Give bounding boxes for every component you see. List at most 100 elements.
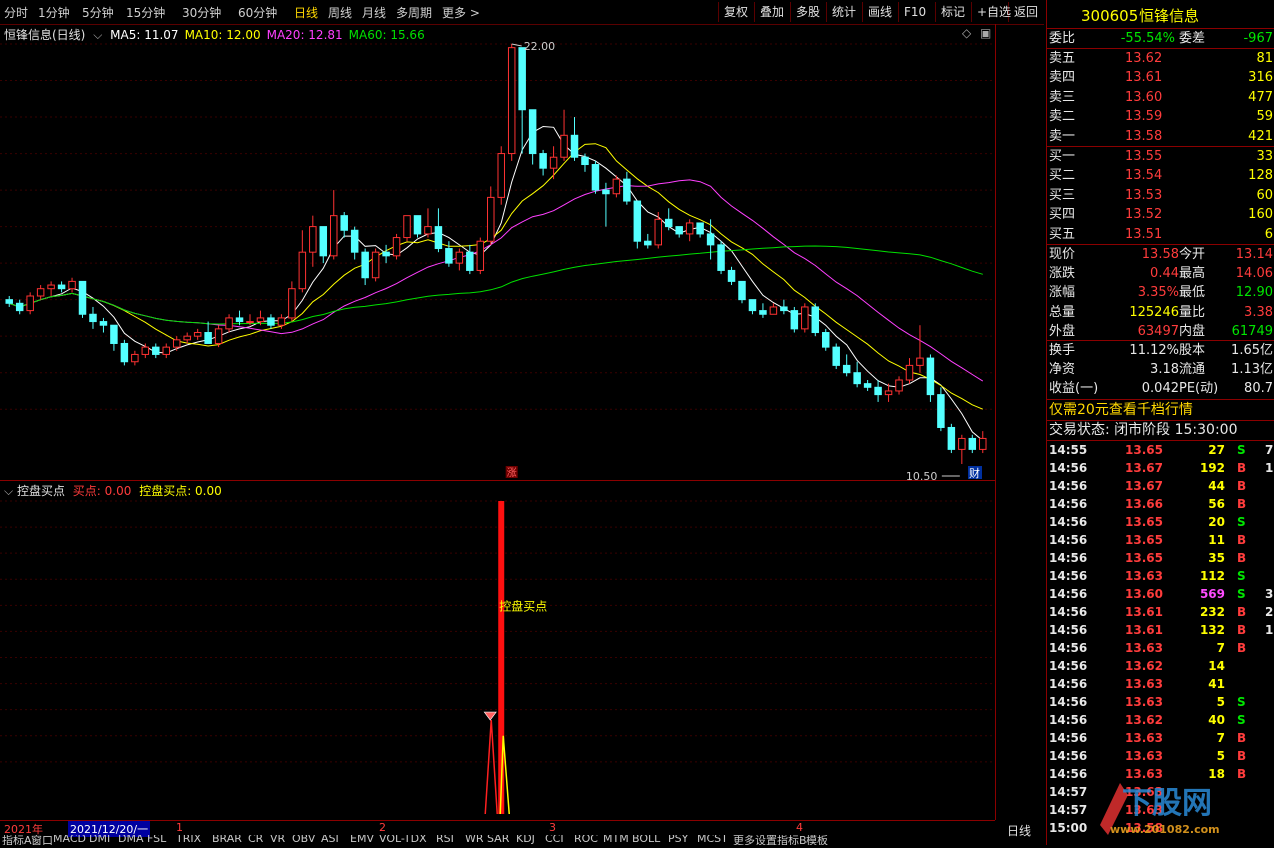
bid-price: 13.52 xyxy=(1125,207,1163,223)
indicator-tab[interactable]: 更多 xyxy=(733,835,755,845)
indicator-tab[interactable]: 窗口 xyxy=(31,835,53,845)
period-tab[interactable]: 分时 xyxy=(4,4,28,21)
indicator-tab[interactable]: VR xyxy=(270,835,285,845)
signal-peak-red xyxy=(484,720,498,815)
toolbar-button[interactable]: 标记 xyxy=(935,2,970,22)
candle-body xyxy=(528,109,537,155)
candle xyxy=(329,190,338,260)
indicator-tab[interactable]: TRIX xyxy=(176,835,201,845)
period-tab[interactable]: 更多 > xyxy=(442,4,480,21)
tick-time: 14:56 xyxy=(1049,461,1088,475)
tick-price: 13.62 xyxy=(1125,713,1163,727)
candle-body xyxy=(842,364,851,374)
candle-body xyxy=(193,332,202,337)
indicator-tab[interactable]: BRAR xyxy=(212,835,242,845)
indicator-tab[interactable]: PSY xyxy=(668,835,688,845)
candle-body xyxy=(476,240,485,271)
candle xyxy=(832,343,840,370)
finance-label[interactable]: 财 xyxy=(969,466,980,480)
indicator-tab[interactable]: DMI xyxy=(89,835,110,845)
toolbar-button[interactable]: 画线 xyxy=(862,2,897,22)
indicator-tab[interactable]: EMV xyxy=(350,835,374,845)
indicator-tab[interactable]: 指标A xyxy=(2,835,32,845)
indicator-tab[interactable]: SAR xyxy=(487,835,509,845)
tick-row: 14:56 13.67 192 B 19 xyxy=(1047,459,1274,477)
tick-volume: 7 xyxy=(1216,641,1225,655)
indicator-tab[interactable]: MCST xyxy=(697,835,728,845)
candle xyxy=(497,146,505,205)
candle-body xyxy=(612,178,621,195)
indicator-tab[interactable]: BOLL xyxy=(632,835,660,845)
candle xyxy=(874,380,882,402)
candle xyxy=(371,248,380,282)
period-tab[interactable]: 30分钟 xyxy=(182,4,221,21)
indicator-tab[interactable]: KDJ xyxy=(516,835,535,845)
gem-icon xyxy=(483,711,497,721)
period-tab[interactable]: 日线 xyxy=(294,4,318,21)
indicator-tab[interactable]: DMA xyxy=(118,835,144,845)
indicator-tab[interactable]: ASI xyxy=(321,835,339,845)
tick-side: S xyxy=(1237,587,1246,601)
toolbar-button[interactable]: +自选 xyxy=(971,2,1016,22)
promo-link[interactable]: 仅需20元查看千档行情 xyxy=(1047,401,1274,420)
period-tab[interactable]: 1分钟 xyxy=(38,4,70,21)
period-tab[interactable]: 15分钟 xyxy=(126,4,165,21)
period-tab[interactable]: 周线 xyxy=(328,4,352,21)
indicator-pane[interactable]: ⌵ 控盘买点 买点: 0.00 控盘买点: 0.00 3.002.752.502… xyxy=(0,481,995,817)
tick-price: 13.63 xyxy=(1125,749,1163,763)
candle xyxy=(528,109,537,165)
candle xyxy=(193,328,202,340)
tick-time: 14:56 xyxy=(1049,479,1088,493)
promo-text[interactable]: 仅需20元查看千档行情 xyxy=(1049,401,1193,420)
candle xyxy=(958,434,966,464)
fundamental-row: 净资 3.18 流通 1.13亿 xyxy=(1047,360,1274,379)
candle xyxy=(780,299,788,315)
toolbar-button[interactable]: 复权 xyxy=(718,2,753,22)
indicator-tab[interactable]: CR xyxy=(248,835,263,845)
tick-volume: 56 xyxy=(1208,497,1225,511)
indicator-tab[interactable]: ROC xyxy=(574,835,598,845)
candle-body xyxy=(623,178,631,202)
indicator-tab[interactable]: OBV xyxy=(292,835,315,845)
period-tab[interactable]: 多周期 xyxy=(396,4,432,21)
toolbar-button[interactable]: 统计 xyxy=(826,2,861,22)
ask-volume: 421 xyxy=(1248,128,1273,144)
candle-body xyxy=(445,248,453,264)
indicator-tab[interactable]: 指标B xyxy=(777,835,807,845)
candle xyxy=(403,215,411,242)
bid-price: 13.53 xyxy=(1125,187,1163,203)
fundamental-row: 收益(一) 0.042 PE(动) 80.7 xyxy=(1047,379,1274,398)
candle xyxy=(937,387,945,432)
tick-volume: 132 xyxy=(1199,623,1225,637)
price-chart-pane[interactable]: 恒锋信息(日线) ⌵ MA5: 11.07 MA10: 12.00 MA20: 12… xyxy=(0,24,995,480)
toolbar-button[interactable]: 叠加 xyxy=(754,2,789,22)
toolbar-button[interactable]: 多股 xyxy=(790,2,825,22)
period-tab[interactable]: 60分钟 xyxy=(238,4,277,21)
indicator-tab[interactable]: WR xyxy=(465,835,484,845)
indicator-tab[interactable]: RSI xyxy=(436,835,454,845)
toolbar-button[interactable]: F10 xyxy=(898,2,931,22)
bid-price: 13.51 xyxy=(1125,226,1163,242)
indicator-tab[interactable]: CCI xyxy=(545,835,564,845)
indicator-tab[interactable]: VOL-TDX xyxy=(379,835,427,845)
tick-extra: 19 xyxy=(1265,461,1274,475)
candle-body xyxy=(371,251,380,279)
indicator-tab[interactable]: MACD xyxy=(53,835,86,845)
candle xyxy=(204,321,212,344)
diamond-icon[interactable]: ◇ xyxy=(962,26,971,40)
bid-level-label: 买二 xyxy=(1049,168,1076,184)
indicator-tab[interactable]: MTM xyxy=(603,835,629,845)
indicator-tab[interactable]: FSL xyxy=(147,835,166,845)
tick-extra: 27 xyxy=(1265,605,1274,619)
tick-time: 14:56 xyxy=(1049,749,1088,763)
bid-volume: 60 xyxy=(1256,187,1273,203)
tick-side: B xyxy=(1237,533,1247,547)
period-tab[interactable]: 月线 xyxy=(362,4,386,21)
period-tab[interactable]: 5分钟 xyxy=(82,4,114,21)
candle-body xyxy=(392,237,401,257)
candle xyxy=(549,146,558,180)
indicator-tab[interactable]: 模板 xyxy=(806,835,828,845)
candle-body xyxy=(466,251,474,271)
indicator-tab[interactable]: 设置 xyxy=(755,835,777,845)
window-toggle-icon[interactable]: ▣ xyxy=(980,26,991,40)
